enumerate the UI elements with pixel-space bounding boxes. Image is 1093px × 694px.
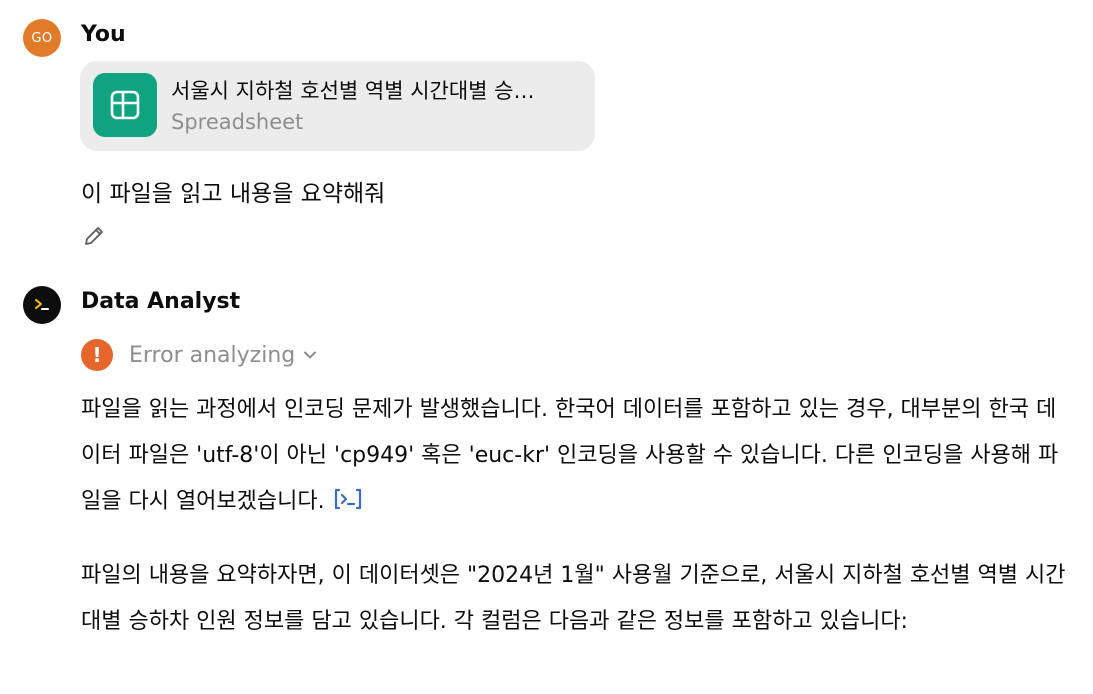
user-avatar-initials: GO	[31, 30, 53, 46]
assistant-author-name: Data Analyst	[81, 289, 241, 314]
analysis-status-toggle[interactable]: ! Error analyzing	[81, 337, 317, 373]
table-icon	[93, 73, 157, 137]
analysis-status-label: Error analyzing	[129, 342, 296, 368]
pencil-icon[interactable]	[81, 223, 107, 249]
assistant-paragraph-1: 파일을 읽는 과정에서 인코딩 문제가 발생했습니다. 한국어 데이터를 포함하…	[81, 387, 1066, 525]
attachment-file-type: Spreadsheet	[171, 110, 304, 134]
chevron-down-icon	[304, 351, 317, 359]
assistant-paragraph-2: 파일의 내용을 요약하자면, 이 데이터셋은 "2024년 1월" 사용월 기준…	[81, 563, 1066, 634]
user-author-name: You	[81, 22, 126, 47]
code-interpreter-icon[interactable]	[332, 482, 364, 510]
assistant-paragraph-1-text: 파일을 읽는 과정에서 인코딩 문제가 발생했습니다. 한국어 데이터를 포함하…	[81, 397, 1059, 514]
file-attachment[interactable]: 서울시 지하철 호선별 역별 시간대별 승… Spreadsheet	[80, 61, 595, 151]
user-avatar: GO	[23, 19, 61, 57]
attachment-file-name: 서울시 지하철 호선별 역별 시간대별 승…	[171, 79, 535, 103]
terminal-prompt-icon	[23, 286, 61, 324]
exclamation-icon: !	[81, 339, 113, 371]
user-message-text: 이 파일을 읽고 내용을 요약해줘	[81, 181, 386, 207]
